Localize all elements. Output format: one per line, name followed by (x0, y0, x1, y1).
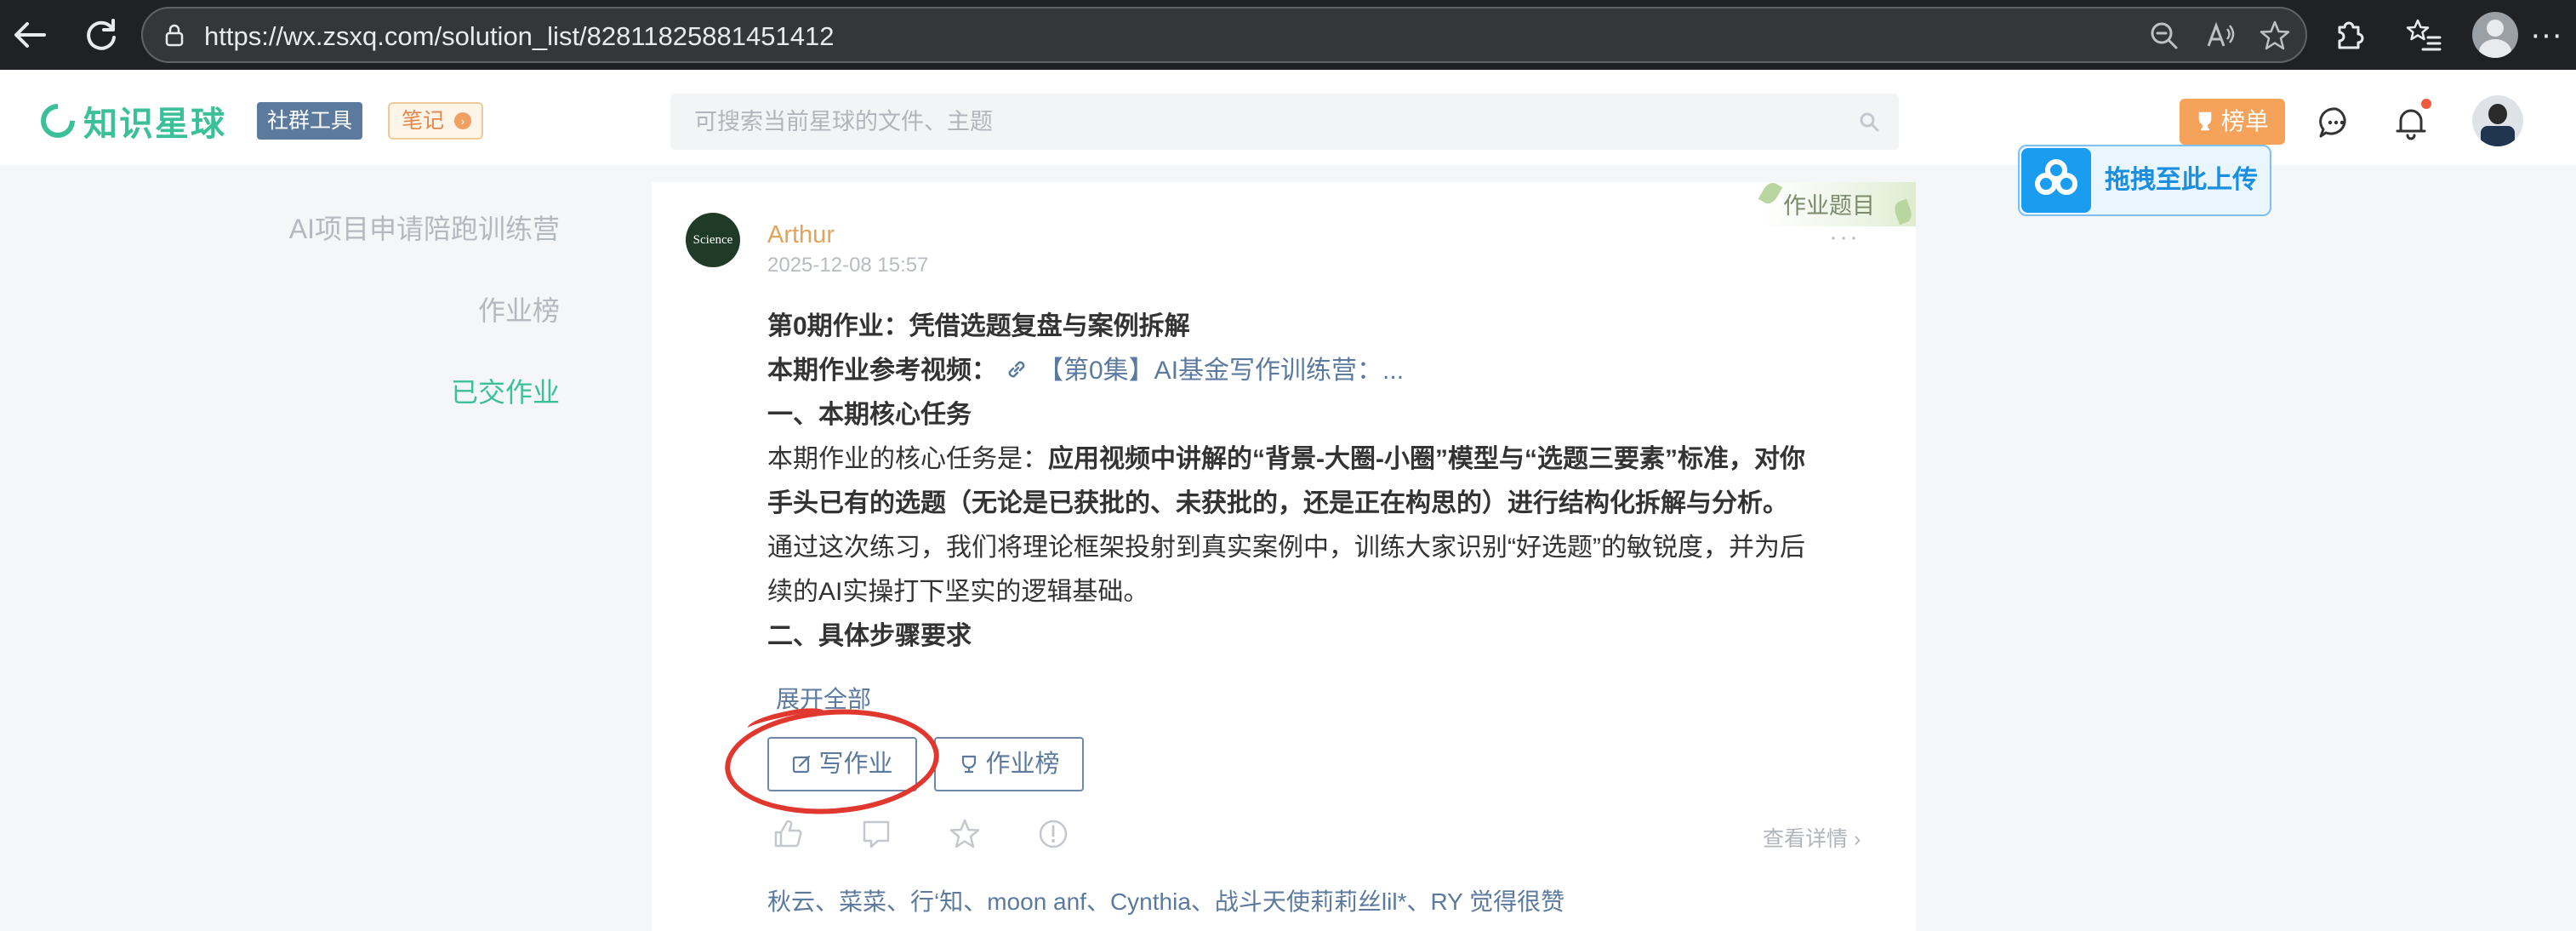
chat-icon[interactable] (2316, 102, 2357, 143)
likes-list[interactable]: 秋云、菜菜、行‘知、moon anf、Cynthia、战斗天使莉莉丝lil*、R… (767, 883, 1564, 917)
homework-rank-button[interactable]: 作业榜 (934, 737, 1084, 791)
sidebar-item-submitted-homework[interactable]: 已交作业 (451, 371, 560, 410)
author-name[interactable]: Arthur (767, 221, 835, 249)
notification-dot (2421, 99, 2431, 109)
star-icon[interactable] (948, 817, 982, 851)
trophy-icon (962, 755, 977, 774)
paragraph-line: 续的AI实操打下坚实的逻辑基础。 (767, 578, 1149, 606)
post-title: 第0期作业：凭借选题复盘与案例拆解 (767, 312, 1190, 340)
reload-icon[interactable] (78, 12, 124, 58)
leaf-decoration (1892, 198, 1914, 226)
ribbon-label: 作业题目 (1783, 193, 1875, 219)
address-bar[interactable]: https://wx.zsxq.com/solution_list/828118… (141, 7, 2307, 63)
notes-tag-label: 笔记 (402, 109, 445, 133)
url-text[interactable]: https://wx.zsxq.com/solution_list/828118… (204, 9, 834, 65)
leaderboard-button[interactable]: 榜单 (2180, 99, 2285, 145)
reference-video-link[interactable]: 【第0集】AI基金写作训练营：... (1038, 357, 1404, 385)
comment-icon[interactable] (859, 817, 893, 851)
section-heading-core-task: 一、本期核心任务 (767, 401, 972, 429)
view-details-link[interactable]: 查看详情 › (1763, 822, 1861, 853)
site-info-icon[interactable] (160, 20, 189, 49)
link-icon (1008, 361, 1025, 378)
paragraph-prefix: 本期作业的核心任务是： (767, 445, 1048, 473)
like-icon[interactable] (771, 817, 805, 851)
read-aloud-icon[interactable] (2203, 19, 2237, 53)
paragraph-bold-line: 手头已有的选题（无论是已获批的、未获批的，还是正在构思的）进行结构化拆解与分析。 (767, 489, 1788, 517)
user-avatar[interactable] (2472, 95, 2523, 146)
upload-label: 拖拽至此上传 (2105, 166, 2258, 194)
notes-tag[interactable]: 笔记 › (388, 102, 483, 140)
drag-upload-widget[interactable]: 拖拽至此上传 (2018, 145, 2271, 216)
logo-mark-icon (33, 96, 83, 146)
back-arrow-icon[interactable] (7, 12, 53, 58)
browser-menu-icon[interactable]: ··· (2525, 14, 2567, 56)
favorites-list-icon[interactable] (2402, 14, 2445, 56)
search-input[interactable]: 可搜索当前星球的文件、主题 (670, 94, 1899, 150)
community-tools-tag[interactable]: 社群工具 (257, 102, 363, 140)
search-icon[interactable] (1858, 111, 1880, 133)
upload-cloud-icon (2021, 148, 2091, 213)
post-time: 2025-12-08 15:57 (767, 254, 929, 277)
write-homework-label: 写作业 (818, 751, 893, 778)
homework-rank-label: 作业榜 (985, 751, 1060, 778)
report-icon[interactable] (1036, 817, 1070, 851)
homework-topic-ribbon: 作业题目 (1758, 180, 1916, 226)
view-details-label: 查看详情 (1763, 827, 1849, 851)
zoom-icon[interactable] (2147, 19, 2181, 53)
author-avatar[interactable]: Science (686, 213, 740, 267)
section-heading-steps: 二、具体步骤要求 (767, 622, 972, 650)
chevron-right-icon: › (1848, 827, 1861, 851)
logo-text: 知识星球 (83, 106, 226, 143)
extensions-icon[interactable] (2328, 14, 2370, 56)
favorite-star-icon[interactable] (2258, 19, 2292, 53)
chevron-right-icon: › (454, 112, 471, 129)
leaderboard-button-label: 榜单 (2220, 108, 2269, 134)
paragraph-line: 本期作业的核心任务是：应用视频中讲解的“背景-大圈-小圈”模型与“选题三要素”标… (767, 437, 1805, 475)
paragraph-bold: 应用视频中讲解的“背景-大圈-小圈”模型与“选题三要素”标准，对你 (1048, 445, 1805, 473)
more-options-icon[interactable]: ··· (1829, 223, 1860, 252)
write-homework-button[interactable]: 写作业 (767, 737, 917, 791)
trophy-icon (2198, 111, 2212, 131)
browser-profile-avatar[interactable] (2472, 12, 2518, 58)
zsxq-logo[interactable]: 知识星球 (33, 96, 226, 146)
reference-label: 本期作业参考视频： (767, 357, 997, 385)
edit-icon (793, 755, 811, 774)
search-placeholder: 可搜索当前星球的文件、主题 (694, 109, 993, 134)
paragraph-line: 通过这次练习，我们将理论框架投射到真实案例中，训练大家识别“好选题”的敏锐度，并… (767, 534, 1805, 562)
sidebar-item-homework-rank[interactable]: 作业榜 (478, 289, 560, 328)
leaf-decoration (1758, 180, 1783, 207)
sidebar-item-training-camp[interactable]: AI项目申请陪跑训练营 (289, 208, 560, 247)
reference-video-line: 本期作业参考视频： 【第0集】AI基金写作训练营：... (767, 349, 1404, 386)
